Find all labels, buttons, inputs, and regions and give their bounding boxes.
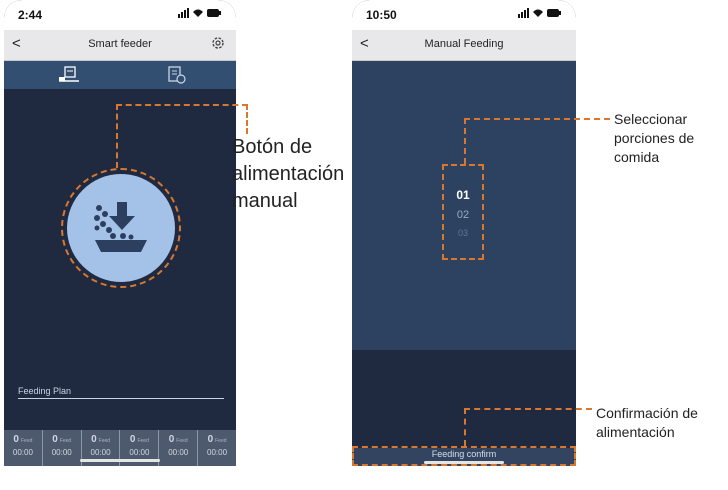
manual-feed-button[interactable] [67, 174, 175, 282]
smart-feeder-screen: 2:44 < Smart feeder Feeding Plan 0 Feed … [4, 0, 236, 466]
leader-line [246, 104, 248, 134]
divider [18, 398, 224, 399]
slot-count: 0 [207, 434, 214, 445]
tab-bar [4, 61, 236, 89]
feeding-plan-label: Feeding Plan [18, 386, 72, 396]
annotation-manual-button: Botón de alimentación manual [232, 136, 345, 212]
slot-unit: Feed [20, 438, 33, 444]
page-title: Smart feeder [88, 38, 152, 50]
picker-option-selected[interactable]: 01 [444, 188, 482, 202]
slot-unit: Feed [176, 438, 188, 444]
slot-count: 0 [91, 434, 97, 445]
leader-line [464, 118, 610, 120]
leader-line [464, 408, 592, 410]
nav-bar: < Manual Feeding [352, 30, 576, 61]
status-bar: 2:44 [4, 0, 236, 30]
slot-time: 00:00 [168, 448, 189, 457]
gear-icon[interactable] [210, 35, 226, 55]
slot-time: 00:00 [12, 448, 33, 457]
slot-time: 00:00 [129, 448, 150, 457]
slot-count: 0 [13, 434, 19, 445]
slot-time: 00:00 [51, 448, 72, 457]
portion-picker[interactable]: 01 02 03 [442, 164, 484, 260]
feeding-confirm-label: Feeding confirm [431, 449, 497, 459]
status-icons [178, 8, 222, 21]
feeding-slot[interactable]: 0 Feed 00:00 [42, 430, 82, 466]
leader-line [116, 104, 248, 106]
slot-time: 00:00 [207, 448, 228, 457]
status-time: 10:50 [366, 8, 397, 22]
manual-feed-icon [94, 202, 147, 252]
picker-option[interactable]: 03 [444, 228, 482, 238]
leader-line [464, 408, 466, 446]
home-indicator [424, 461, 504, 464]
annotation-confirm: Confirmación de alimentación [596, 405, 698, 440]
leader-line [464, 118, 466, 164]
slot-count: 0 [129, 434, 136, 445]
slot-unit: Feed [59, 438, 72, 444]
manual-feed-button-outline [61, 168, 181, 288]
slot-unit: Feed [137, 438, 149, 444]
manual-feeding-screen: 10:50 < Manual Feeding 01 02 03 [352, 0, 576, 466]
slot-unit: Feed [98, 438, 111, 444]
status-bar: 10:50 [352, 0, 576, 30]
page-title: Manual Feeding [424, 38, 504, 50]
feeder-device-icon[interactable] [58, 66, 80, 84]
status-time: 2:44 [18, 8, 43, 22]
slot-time: 00:00 [90, 448, 111, 457]
slot-count: 0 [168, 434, 175, 445]
feeding-slot[interactable]: 0 Feed 00:00 [198, 430, 236, 466]
feeding-slot[interactable]: 0 Feed 00:00 [159, 430, 199, 466]
status-icons [518, 8, 562, 21]
annotation-portions: Seleccionar porciones de comida [614, 111, 695, 165]
signal-wifi-battery-icon [518, 8, 561, 18]
leader-line [116, 104, 118, 168]
picker-option[interactable]: 02 [444, 209, 482, 221]
feeding-log-icon[interactable] [166, 66, 188, 84]
slot-count: 0 [52, 434, 58, 445]
nav-bar: < Smart feeder [4, 30, 236, 61]
home-indicator [80, 459, 160, 462]
slot-unit: Feed [215, 438, 227, 444]
signal-wifi-battery-icon [178, 8, 221, 18]
feeding-slot[interactable]: 0 Feed 00:00 [4, 430, 43, 466]
